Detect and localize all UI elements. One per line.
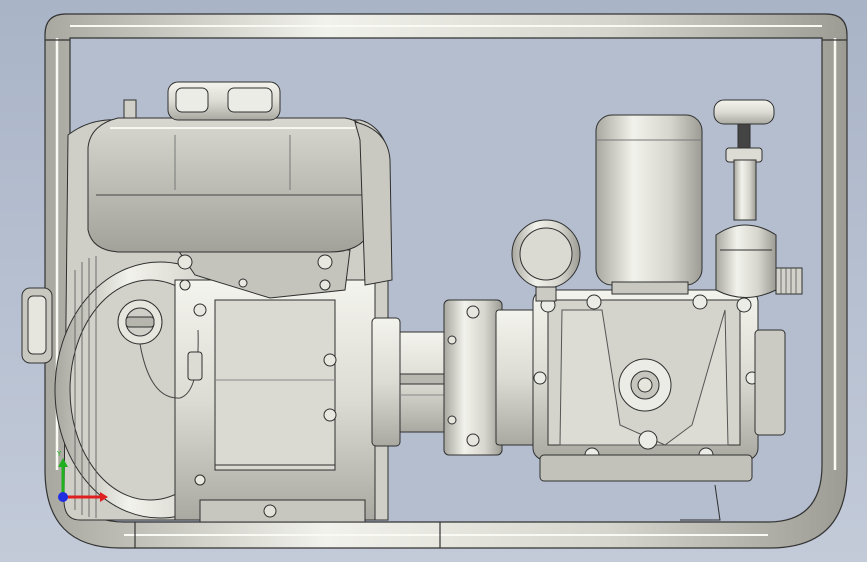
- model-view: Y: [21, 13, 848, 549]
- coupling-flange: [443, 299, 545, 456]
- triad-y-label: Y: [56, 450, 62, 458]
- pressure-accumulator: [595, 114, 703, 295]
- recoil-starter: [21, 287, 53, 364]
- 3d-viewport[interactable]: Y: [0, 0, 867, 562]
- coupling-shaft: [371, 317, 449, 447]
- triad-z-axis: [58, 492, 68, 502]
- outlet-fitting: [775, 267, 803, 295]
